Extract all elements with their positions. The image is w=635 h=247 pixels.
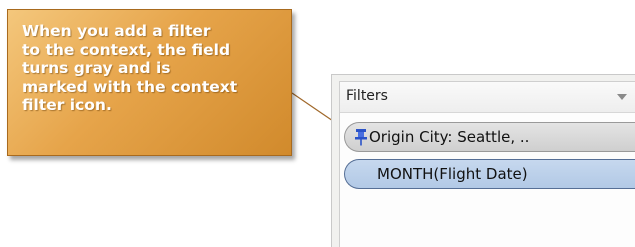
filters-title: Filters	[346, 88, 388, 104]
dropdown-arrow-icon[interactable]	[617, 94, 627, 100]
filters-card: Filters Origin City: Seattle, .. MONTH(F…	[339, 81, 635, 247]
callout-text: When you add a filter to the context, th…	[22, 22, 238, 114]
callout-box: When you add a filter to the context, th…	[7, 9, 292, 156]
screenshot-stage: When you add a filter to the context, th…	[0, 0, 635, 247]
filter-pill-month-flight-date[interactable]: MONTH(Flight Date)	[344, 159, 635, 189]
filters-header: Filters	[340, 82, 635, 113]
filter-pill-origin-city[interactable]: Origin City: Seattle, ..	[344, 122, 635, 152]
filter-pill-label: Origin City: Seattle, ..	[369, 128, 530, 146]
filter-pill-label: MONTH(Flight Date)	[377, 165, 528, 183]
context-filter-pin-icon	[355, 129, 367, 146]
filters-shelf: Filters Origin City: Seattle, .. MONTH(F…	[331, 74, 635, 247]
